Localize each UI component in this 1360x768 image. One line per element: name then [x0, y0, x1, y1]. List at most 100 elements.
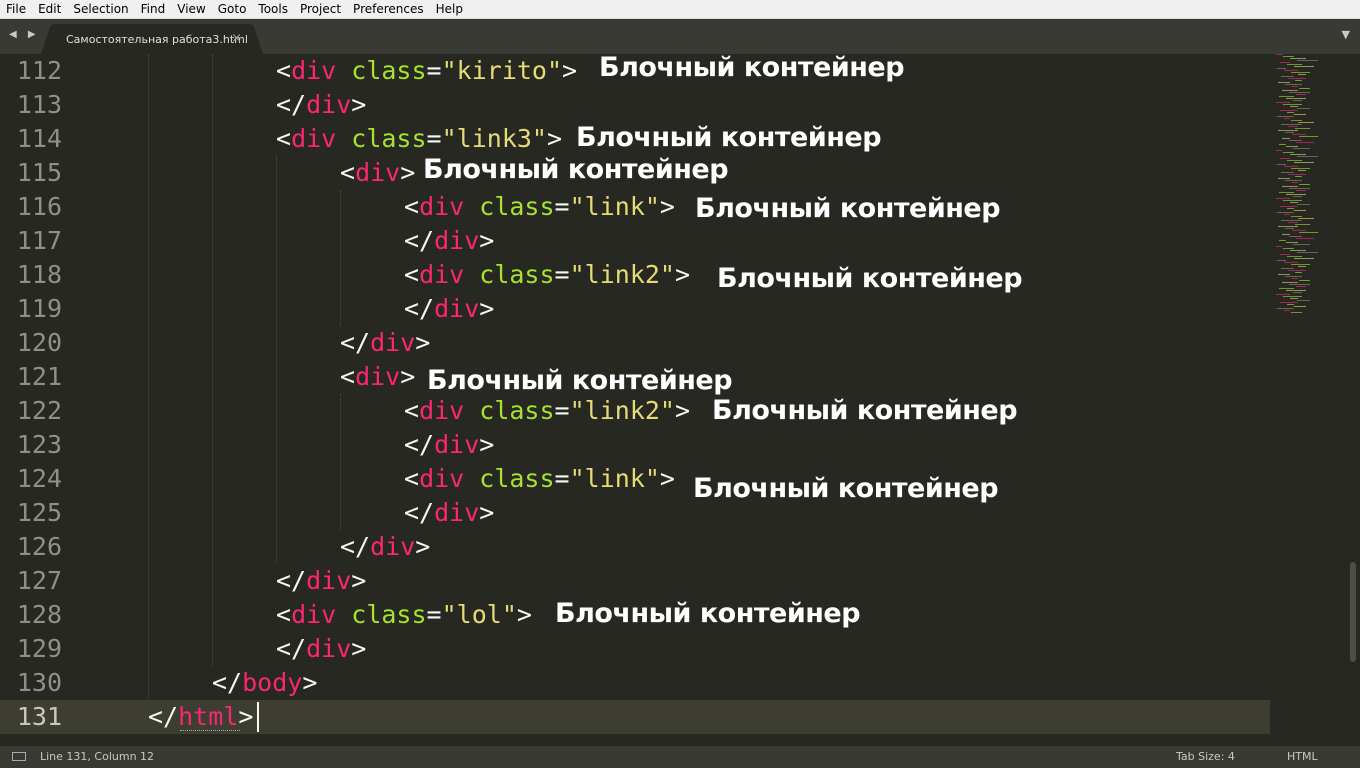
annotation-label: Блочный контейнер — [717, 263, 1023, 294]
code-line[interactable]: </div> — [404, 428, 494, 462]
code-line[interactable]: </div> — [340, 326, 430, 360]
tag-bracket: > — [351, 90, 367, 119]
minimap-line — [1282, 186, 1298, 187]
menu-project[interactable]: Project — [293, 0, 346, 18]
status-cursor-position: Line 131, Column 12 — [40, 750, 155, 763]
minimap-line — [1295, 128, 1310, 129]
menu-tools[interactable]: Tools — [251, 0, 293, 18]
minimap-line — [1296, 94, 1306, 95]
minimap[interactable] — [1270, 54, 1330, 354]
code-line[interactable]: <div class="link2"> — [404, 258, 690, 292]
code-line[interactable]: </div> — [276, 632, 366, 666]
minimap-line — [1299, 184, 1310, 185]
code-line[interactable]: </div> — [404, 292, 494, 326]
code-line[interactable]: </html> — [148, 700, 253, 734]
minimap-line — [1280, 302, 1298, 303]
tag-name: div — [306, 634, 352, 663]
minimap-line — [1290, 106, 1298, 107]
minimap-line — [1288, 222, 1298, 223]
code-line[interactable]: </div> — [340, 530, 430, 564]
code-line[interactable]: </div> — [276, 88, 366, 122]
menu-file[interactable]: File — [0, 0, 31, 18]
minimap-line — [1280, 110, 1298, 111]
minimap-line — [1277, 260, 1286, 261]
minimap-line — [1299, 88, 1310, 89]
minimap-line — [1287, 304, 1294, 305]
tag-bracket: </ — [276, 90, 307, 119]
code-line[interactable]: <div class="kirito"> — [276, 54, 577, 88]
minimap-line — [1286, 290, 1306, 291]
code-line[interactable]: <div class="link2"> — [404, 394, 690, 428]
chevron-down-icon[interactable]: ▼ — [1342, 28, 1350, 41]
minimap-line — [1277, 212, 1294, 213]
close-icon[interactable]: × — [231, 31, 242, 46]
panel-toggle-icon[interactable] — [12, 752, 26, 761]
menu-goto[interactable]: Goto — [211, 0, 252, 18]
code-line[interactable]: </div> — [404, 496, 494, 530]
tag-bracket: > — [351, 634, 367, 663]
code-line[interactable]: <div class="link"> — [404, 462, 675, 496]
attribute-value: "link" — [569, 192, 660, 221]
annotation-label: Блочный контейнер — [695, 193, 1001, 224]
minimap-line — [1283, 56, 1294, 57]
code-line[interactable]: </div> — [276, 564, 366, 598]
minimap-line — [1291, 120, 1302, 121]
menu-view[interactable]: View — [170, 0, 210, 18]
minimap-line — [1290, 298, 1298, 299]
minimap-line — [1284, 310, 1290, 311]
code-line[interactable]: </body> — [212, 666, 317, 700]
menu-help[interactable]: Help — [429, 0, 468, 18]
tag-name: div — [370, 328, 416, 357]
code-line[interactable]: <div> — [340, 156, 415, 190]
minimap-line — [1297, 60, 1318, 61]
tag-bracket: > — [674, 396, 691, 425]
annotation-label: Блочный контейнер — [576, 122, 882, 153]
code-line[interactable]: <div class="link3"> — [276, 122, 562, 156]
scrollbar-thumb[interactable] — [1350, 562, 1356, 662]
code-line[interactable]: </div> — [404, 224, 494, 258]
tag-bracket: < — [276, 56, 292, 85]
menu-bar: File Edit Selection Find View Goto Tools… — [0, 0, 1360, 19]
tag-bracket: > — [415, 532, 431, 561]
minimap-line — [1290, 154, 1306, 155]
tab-nav-arrows-icon[interactable]: ◀ ▶ — [9, 29, 40, 40]
code-line[interactable]: <div> — [340, 360, 415, 394]
line-number: 123 — [16, 430, 62, 459]
minimap-line — [1280, 254, 1290, 255]
vertical-scrollbar[interactable] — [1346, 54, 1360, 746]
indent-guide — [276, 156, 277, 564]
code-line[interactable]: <div class="link"> — [404, 190, 675, 224]
minimap-line — [1279, 288, 1294, 289]
minimap-line — [1280, 62, 1290, 63]
annotation-label: Блочный контейнер — [599, 54, 905, 83]
tag-bracket: > — [659, 192, 675, 221]
minimap-line — [1293, 148, 1310, 149]
line-number: 130 — [16, 668, 62, 697]
attribute-name: class — [479, 464, 555, 493]
menu-selection[interactable]: Selection — [66, 0, 133, 18]
tag-name: div — [419, 464, 465, 493]
minimap-line — [1276, 294, 1290, 295]
minimap-line — [1284, 70, 1298, 71]
minimap-line — [1292, 134, 1306, 135]
minimap-line — [1296, 142, 1314, 143]
tag-bracket: > — [562, 56, 578, 85]
tag-name: div — [434, 294, 480, 323]
tag-name: body — [242, 668, 303, 697]
status-syntax[interactable]: HTML — [1287, 750, 1318, 763]
line-number: 127 — [16, 566, 62, 595]
equals-sign: = — [554, 260, 570, 289]
menu-edit[interactable]: Edit — [31, 0, 66, 18]
minimap-line — [1286, 194, 1306, 195]
minimap-line — [1298, 122, 1314, 123]
menu-preferences[interactable]: Preferences — [346, 0, 429, 18]
code-line[interactable]: <div class="lol"> — [276, 598, 532, 632]
status-tab-size[interactable]: Tab Size: 4 — [1176, 750, 1235, 763]
minimap-line — [1276, 102, 1290, 103]
equals-sign: = — [554, 192, 570, 221]
menu-find[interactable]: Find — [134, 0, 171, 18]
tab-file[interactable]: Самостоятельная работа3.html × — [52, 24, 252, 54]
code-editor[interactable]: 112 113 114 115 116 117 118 119 120 121 122 123 124 1… — [0, 54, 1360, 746]
matching-tag-underline — [180, 730, 240, 731]
attribute-name: class — [479, 396, 555, 425]
